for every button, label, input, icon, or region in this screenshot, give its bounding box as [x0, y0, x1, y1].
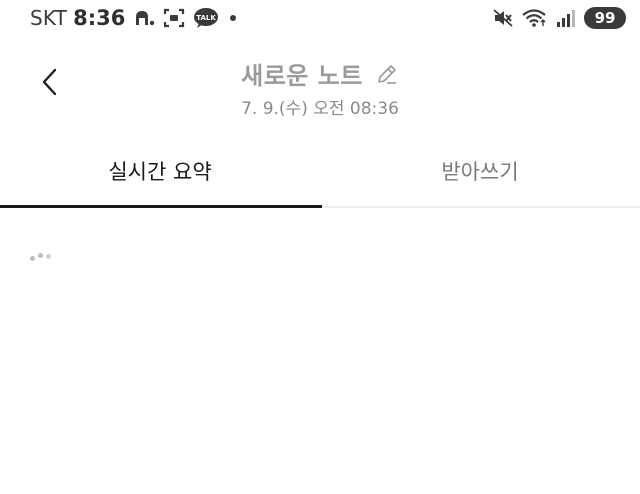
carrier-label: SKT	[30, 6, 68, 30]
note-date: 7. 9.(수) 오전 08:36	[241, 99, 399, 119]
status-bar-left: SKT 8:36 TALK	[30, 5, 239, 31]
loading-dot	[38, 253, 43, 258]
screenshot-icon	[163, 8, 185, 28]
signal-icon	[556, 8, 576, 28]
note-header: 새로운 노트 7. 9.(수) 오전 08:36	[0, 44, 640, 128]
tab-realtime-summary[interactable]: 실시간 요약	[0, 140, 320, 210]
battery-level: 99	[584, 7, 626, 29]
mute-icon	[492, 8, 514, 28]
title-row: 새로운 노트	[0, 56, 640, 91]
status-bar: SKT 8:36 TALK 99	[0, 0, 640, 36]
note-tabs: 실시간 요약 받아쓰기	[0, 140, 640, 210]
status-time: 8:36	[73, 6, 126, 30]
kakaotalk-icon-label: TALK	[197, 14, 217, 22]
tab-divider	[322, 206, 640, 208]
active-tab-indicator	[0, 205, 322, 208]
loading-dot	[46, 254, 51, 259]
status-bar-right: 99	[492, 5, 626, 31]
notification-dot-icon	[227, 12, 239, 24]
loading-indicator-icon	[30, 250, 51, 261]
loading-dot	[30, 256, 35, 261]
kakaotalk-icon: TALK	[193, 7, 219, 29]
assistant-icon	[133, 8, 155, 28]
note-title[interactable]: 새로운 노트	[241, 56, 363, 91]
edit-pencil-icon[interactable]	[375, 62, 399, 86]
wifi-icon	[522, 8, 548, 28]
tab-dictation[interactable]: 받아쓰기	[320, 140, 640, 210]
